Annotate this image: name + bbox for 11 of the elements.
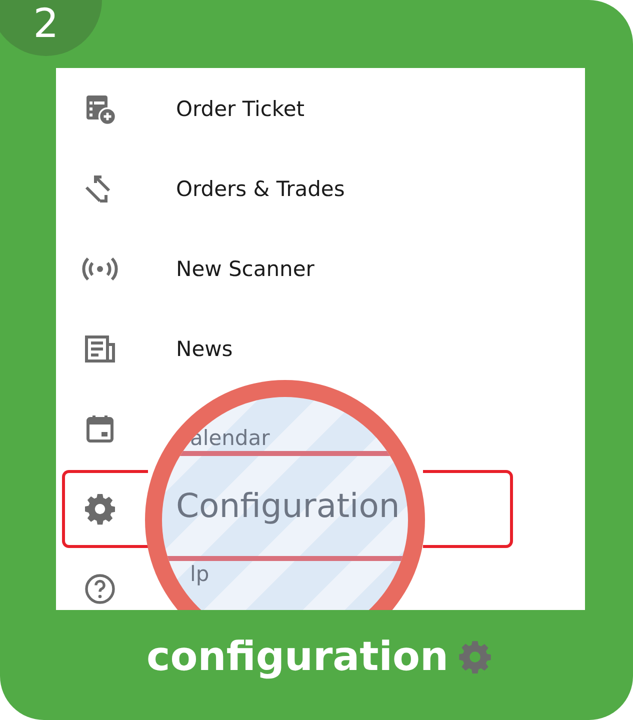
menu-item[interactable]: Orders & Trades — [56, 150, 585, 228]
menu-item[interactable]: News — [56, 310, 585, 388]
settings-icon — [82, 491, 118, 527]
magnified-text: Configuration — [176, 486, 401, 526]
magnified-text: alendar — [189, 425, 271, 451]
help-icon — [82, 571, 118, 607]
step-badge: 2 — [0, 0, 102, 56]
menu-item[interactable]: New Scanner — [56, 230, 585, 308]
menu-item[interactable]: Order Ticket — [56, 70, 585, 148]
caption-text: configuration — [146, 634, 448, 680]
magnified-text: lp — [189, 561, 210, 587]
